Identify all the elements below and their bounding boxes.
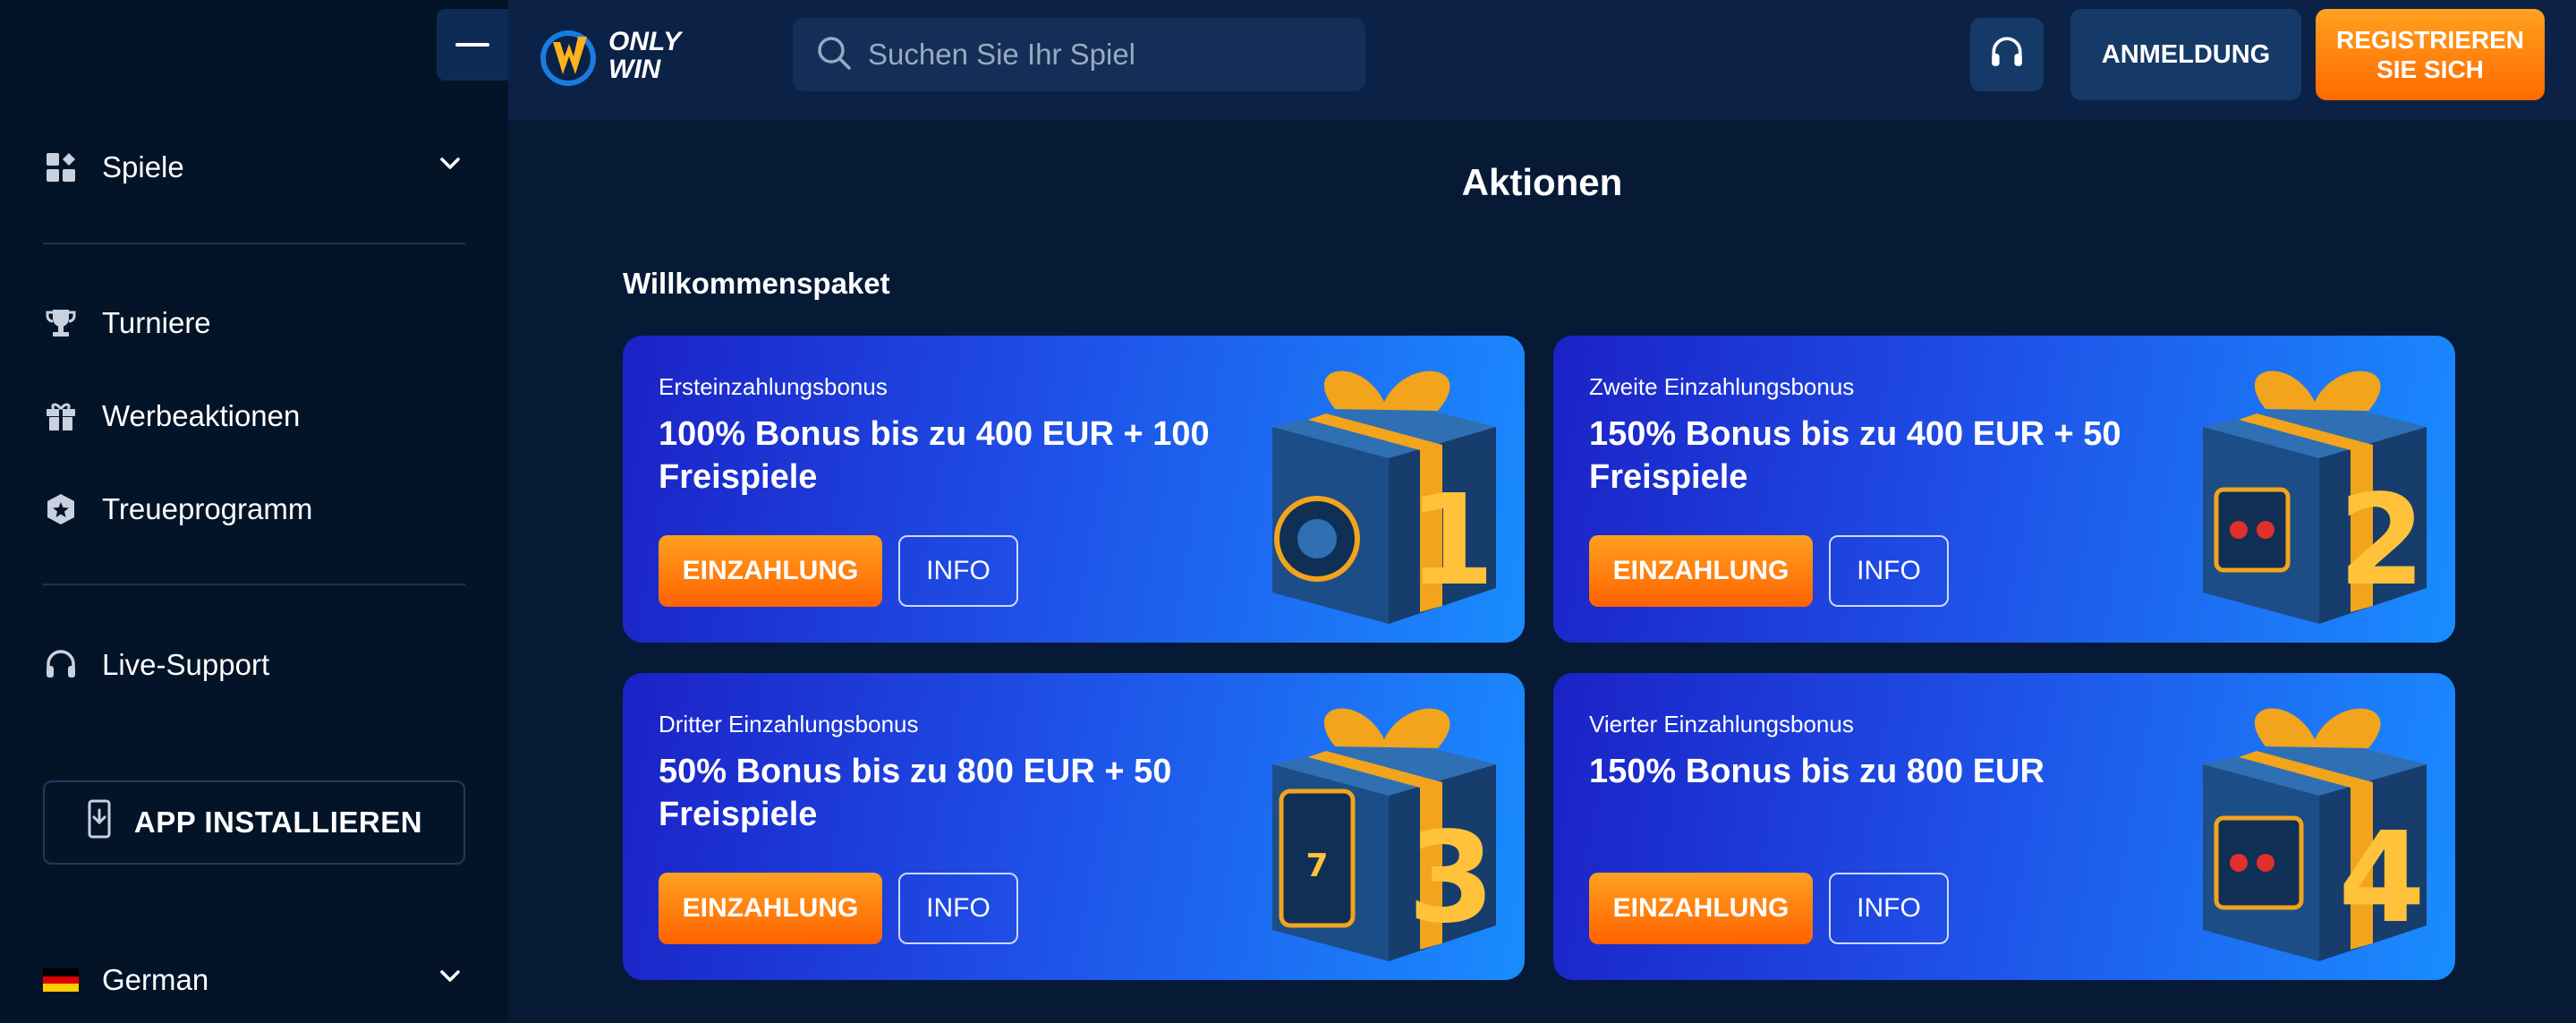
bonus-card-title: 150% Bonus bis zu 400 EUR + 50 Freispiel…	[1589, 415, 2121, 496]
bonus-card-subtitle: Dritter Einzahlungsbonus	[659, 711, 919, 737]
register-label-line1: REGISTRIEREN	[2335, 26, 2525, 54]
deposit-button[interactable]: EINZAHLUNG	[659, 873, 882, 944]
gift-box-1-icon: 1	[1272, 371, 1496, 624]
bonus-card-3: Dritter Einzahlungsbonus 50% Bonus bis z…	[623, 673, 1525, 980]
sidebar-item-tournaments[interactable]: Turniere	[43, 296, 463, 350]
phone-download-icon	[86, 799, 116, 846]
gift-number: 1	[1407, 468, 1494, 614]
chevron-down-icon	[437, 150, 463, 184]
bonus-card-4: Vierter Einzahlungsbonus 150% Bonus bis …	[1553, 673, 2455, 980]
gift-icon	[43, 398, 79, 434]
sidebar-divider	[43, 584, 465, 585]
sidebar-item-label: Turniere	[102, 306, 211, 339]
logo[interactable]: ONLY WIN	[535, 20, 681, 91]
grid-icon	[43, 149, 79, 185]
gift-number: 2	[2338, 468, 2425, 614]
logo-text-line2: WIN	[608, 55, 661, 84]
headset-icon	[1989, 35, 2025, 75]
bonus-card-title: 150% Bonus bis zu 800 EUR	[1589, 753, 2045, 790]
login-button[interactable]: ANMELDUNG	[2070, 9, 2301, 100]
german-flag-icon	[43, 962, 79, 998]
language-selector[interactable]: German	[43, 953, 463, 1007]
search-icon	[816, 35, 852, 75]
bonus-card-subtitle: Ersteinzahlungsbonus	[659, 373, 888, 400]
trophy-icon	[43, 305, 79, 341]
deposit-button[interactable]: EINZAHLUNG	[1589, 873, 1813, 944]
gift-box-4-icon: 4	[2203, 708, 2427, 961]
install-app-button[interactable]: APP INSTALLIEREN	[43, 780, 465, 865]
support-button[interactable]	[1970, 18, 2044, 91]
language-label: German	[102, 963, 209, 996]
headset-icon	[43, 647, 79, 683]
info-button[interactable]: INFO	[1829, 535, 1949, 607]
svg-text:7: 7	[1305, 848, 1328, 884]
top-header: ONLY WIN ANMELDUNG REGISTRIEREN SIE SICH	[508, 0, 2576, 120]
bonus-card-subtitle: Zweite Einzahlungsbonus	[1589, 373, 1855, 400]
sidebar-item-promotions[interactable]: Werbeaktionen	[43, 389, 463, 443]
gift-number: 4	[2338, 806, 2425, 951]
page-title: Aktionen	[1461, 161, 1623, 203]
info-button[interactable]: INFO	[898, 873, 1018, 944]
register-label-line2: SIE SICH	[2376, 55, 2484, 83]
sidebar: Spiele Turniere Werbeaktionen Treueprogr…	[0, 0, 508, 1023]
register-button[interactable]: REGISTRIEREN SIE SICH	[2316, 9, 2545, 100]
search-box[interactable]	[793, 18, 1365, 91]
search-input[interactable]	[868, 38, 1333, 72]
bonus-card-title: 100% Bonus bis zu 400 EUR + 100 Freispie…	[659, 415, 1210, 496]
sidebar-item-games[interactable]: Spiele	[43, 141, 463, 194]
menu-dash-icon	[455, 43, 489, 47]
gift-box-2-icon: 2	[2203, 371, 2427, 624]
sidebar-item-label: Treueprogramm	[102, 492, 313, 525]
sidebar-item-loyalty[interactable]: Treueprogramm	[43, 482, 463, 536]
star-shield-icon	[43, 491, 79, 527]
install-app-label: APP INSTALLIEREN	[133, 806, 423, 839]
bonus-card-2: Zweite Einzahlungsbonus 150% Bonus bis z…	[1553, 336, 2455, 643]
bonus-card-title: 50% Bonus bis zu 800 EUR + 50 Freispiele	[659, 753, 1172, 833]
gift-box-3-icon: 7 3	[1272, 708, 1496, 961]
chevron-down-icon	[437, 963, 463, 997]
lightning-logo-icon	[540, 30, 596, 86]
info-button[interactable]: INFO	[898, 535, 1018, 607]
deposit-button[interactable]: EINZAHLUNG	[659, 535, 882, 607]
gift-number: 3	[1407, 806, 1494, 951]
section-title: Willkommenspaket	[623, 267, 890, 300]
bonus-card-subtitle: Vierter Einzahlungsbonus	[1589, 711, 1854, 737]
logo-text-line1: ONLY	[608, 27, 682, 56]
sidebar-item-live-support[interactable]: Live-Support	[43, 638, 463, 692]
info-button[interactable]: INFO	[1829, 873, 1949, 944]
sidebar-item-label: Werbeaktionen	[102, 399, 301, 432]
sidebar-item-label: Spiele	[102, 150, 184, 183]
sidebar-divider	[43, 243, 465, 244]
deposit-button[interactable]: EINZAHLUNG	[1589, 535, 1813, 607]
menu-toggle-button[interactable]	[437, 9, 508, 81]
bonus-card-1: Ersteinzahlungsbonus 100% Bonus bis zu 4…	[623, 336, 1525, 643]
sidebar-item-label: Live-Support	[102, 648, 270, 681]
